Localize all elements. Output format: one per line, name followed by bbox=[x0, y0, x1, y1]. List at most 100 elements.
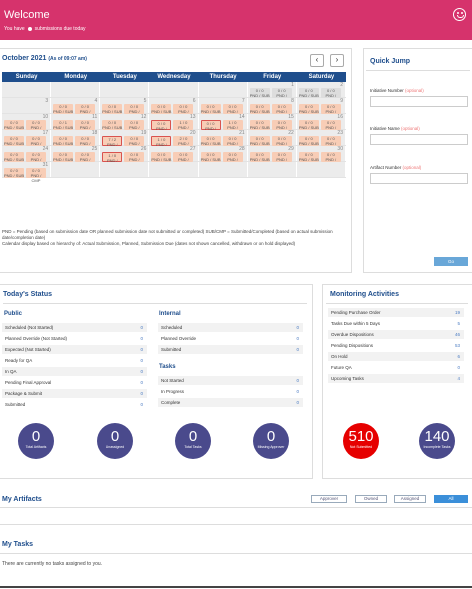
submission-count-badge[interactable]: 0 / 0PND / CMP bbox=[271, 104, 292, 119]
status-row[interactable]: Not Started 0 bbox=[158, 376, 303, 386]
calendar-day-cell[interactable] bbox=[2, 82, 52, 97]
submission-count-badge[interactable]: 0 / 0PND / SUB bbox=[200, 120, 221, 136]
submission-count-badge[interactable]: 1 / 0PND / SUB bbox=[102, 152, 123, 168]
calendar-day-cell[interactable]: 300 / 0PND / SUB0 / 0PND / CMP bbox=[296, 146, 346, 167]
submission-count-badge[interactable]: 0 / 0PND / SUB bbox=[298, 136, 319, 146]
calendar-day-cell[interactable]: 290 / 0PND / SUB0 / 0PND / CMP bbox=[247, 146, 297, 167]
calendar-day-cell[interactable]: 140 / 0PND / SUB1 / 0PND / CMP bbox=[198, 114, 248, 136]
submission-count-badge[interactable]: 0 / 0PND / CMP bbox=[320, 136, 341, 151]
submission-count-badge[interactable]: 0 / 0PND / SUB bbox=[53, 152, 73, 162]
row-value[interactable]: 53 bbox=[455, 341, 460, 351]
calendar-day-cell[interactable] bbox=[149, 82, 199, 97]
status-row[interactable]: Scheduled (Not Started) 0 bbox=[2, 323, 147, 333]
submission-count-badge[interactable]: 0 / 0PND / CMP bbox=[222, 136, 243, 151]
submission-count-badge[interactable]: 0 / 0PND / SUB bbox=[249, 104, 270, 114]
row-value[interactable]: 0 bbox=[140, 356, 143, 366]
submission-count-badge[interactable]: 0 / 0PND / SUB bbox=[4, 152, 24, 162]
calendar-day-cell[interactable]: 120 / 0PND / SUB0 / 0PND / CMP bbox=[100, 114, 150, 135]
submission-count-badge[interactable]: 0 / 0PND / SUB bbox=[298, 104, 319, 114]
submission-count-badge[interactable]: 0 / 0PND / CMP bbox=[75, 152, 96, 167]
calendar-day-cell[interactable]: 3 bbox=[2, 98, 52, 113]
status-row[interactable]: Package & Submit 0 bbox=[2, 389, 147, 399]
submission-count-badge[interactable]: 0 / 0PND / CMP bbox=[75, 120, 96, 135]
summary-circle[interactable]: 0 Unassigned bbox=[97, 423, 133, 459]
calendar-day-cell[interactable] bbox=[100, 82, 150, 97]
status-row[interactable]: In QA 0 bbox=[2, 367, 147, 377]
submission-count-badge[interactable]: 0 / 0PND / CMP bbox=[26, 168, 46, 183]
submission-count-badge[interactable]: 0 / 0PND / CMP bbox=[124, 136, 145, 151]
calendar-day-cell[interactable]: 220 / 0PND / SUB0 / 0PND / CMP bbox=[247, 130, 297, 151]
status-row[interactable]: Submitted 0 bbox=[158, 345, 303, 355]
status-row[interactable]: Pending Purchase Order 19 bbox=[328, 308, 464, 318]
calendar-next-button[interactable]: › bbox=[330, 54, 344, 67]
row-value[interactable]: 0 bbox=[296, 334, 299, 344]
status-row[interactable]: Upcoming Tasks 4 bbox=[328, 374, 464, 384]
row-value[interactable]: 6 bbox=[457, 352, 460, 362]
submission-count-badge[interactable]: 0 / 0PND / SUB bbox=[298, 152, 319, 162]
submission-count-badge[interactable]: 0 / 0PND / CMP bbox=[75, 136, 96, 151]
submission-count-badge[interactable]: 0 / 0PND / SUB bbox=[249, 152, 270, 162]
submission-count-badge[interactable]: 0 / 0PND / CMP bbox=[271, 136, 292, 151]
submission-count-badge[interactable]: 0 / 0PND / SUB bbox=[298, 88, 319, 98]
submission-count-badge[interactable]: 0 / 0PND / CMP bbox=[26, 152, 46, 167]
submission-count-badge[interactable]: 0 / 0PND / SUB bbox=[200, 136, 221, 146]
status-row[interactable]: Overdue Dispositions 46 bbox=[328, 330, 464, 340]
calendar-day-cell[interactable]: 100 / 0PND / SUB0 / 0PND / CMP bbox=[2, 114, 52, 135]
submission-count-badge[interactable]: 0 / 0PND / SUB bbox=[4, 136, 24, 146]
calendar-day-cell[interactable]: 150 / 0PND / SUB0 / 0PND / CMP bbox=[247, 114, 297, 135]
submission-count-badge[interactable]: 0 / 0PND / CMP bbox=[26, 120, 46, 135]
status-row[interactable]: Submitted 0 bbox=[2, 400, 147, 410]
tab-all[interactable]: All bbox=[434, 495, 468, 503]
submission-count-badge[interactable]: 0 / 0PND / CMP bbox=[271, 88, 292, 103]
calendar-day-cell[interactable] bbox=[198, 82, 248, 97]
row-value[interactable]: 5 bbox=[457, 319, 460, 329]
row-value[interactable]: 0 bbox=[140, 400, 143, 410]
row-value[interactable]: 0 bbox=[140, 367, 143, 377]
calendar-day-cell[interactable]: 280 / 0PND / SUB0 / 0PND / CMP bbox=[198, 146, 248, 167]
calendar-day-cell[interactable]: 170 / 0PND / SUB0 / 0PND / CMP bbox=[2, 130, 52, 151]
calendar-day-cell[interactable] bbox=[296, 162, 346, 177]
submission-count-badge[interactable]: 0 / 0PND / CMP bbox=[75, 104, 96, 119]
calendar-day-cell[interactable]: 240 / 0PND / SUB0 / 0PND / CMP bbox=[2, 146, 52, 167]
calendar-day-cell[interactable]: 180 / 0PND / SUB0 / 0PND / CMP bbox=[51, 130, 101, 151]
calendar-day-cell[interactable]: 70 / 0PND / SUB0 / 0PND / CMP bbox=[198, 98, 248, 119]
submission-count-badge[interactable]: 1 / 0PND / SUB bbox=[151, 136, 172, 152]
calendar-day-cell[interactable]: 197 / 2PND / SUB0 / 0PND / CMP bbox=[100, 130, 150, 152]
calendar-day-cell[interactable]: 60 / 0PND / SUB0 / 0PND / CMP bbox=[149, 98, 199, 119]
calendar-day-cell[interactable]: 50 / 0PND / SUB0 / 0PND / CMP bbox=[100, 98, 150, 119]
row-value[interactable]: 0 bbox=[140, 389, 143, 399]
submission-count-badge[interactable]: 2 / 0PND / CMP bbox=[173, 136, 194, 151]
row-value[interactable]: 46 bbox=[455, 330, 460, 340]
status-row[interactable]: Pending Final Approval 0 bbox=[2, 378, 147, 388]
calendar-day-cell[interactable]: 40 / 0PND / SUB0 / 0PND / CMP bbox=[51, 98, 101, 119]
submission-count-badge[interactable]: 0 / 0PND / SUB bbox=[249, 120, 270, 130]
submission-count-badge[interactable]: 7 / 2PND / SUB bbox=[102, 136, 123, 152]
status-row[interactable]: On Hold 6 bbox=[328, 352, 464, 362]
submission-count-badge[interactable]: 0 / 0PND / SUB bbox=[200, 104, 221, 114]
submission-count-badge[interactable]: 0 / 0PND / CMP bbox=[173, 152, 194, 167]
calendar-day-cell[interactable]: 210 / 0PND / SUB0 / 0PND / CMP bbox=[198, 130, 248, 151]
calendar-day-cell[interactable] bbox=[100, 162, 150, 177]
submission-count-badge[interactable]: 0 / 0PND / CMP bbox=[124, 120, 145, 135]
submission-count-badge[interactable]: 0 / 0PND / CMP bbox=[26, 136, 46, 151]
row-value[interactable]: 0 bbox=[140, 345, 143, 355]
calendar-day-cell[interactable]: 250 / 0PND / SUB0 / 0PND / CMP bbox=[51, 146, 101, 167]
submission-count-badge[interactable]: 0 / 0PND / CMP bbox=[222, 104, 243, 119]
smiley-icon[interactable] bbox=[453, 8, 466, 21]
calendar-day-cell[interactable]: 10 / 0PND / SUB0 / 0PND / CMP bbox=[247, 82, 297, 103]
calendar-prev-button[interactable]: ‹ bbox=[310, 54, 324, 67]
submission-count-badge[interactable]: 0 / 0PND / CMP bbox=[124, 152, 145, 167]
row-value[interactable]: 0 bbox=[296, 323, 299, 333]
calendar-day-cell[interactable]: 261 / 0PND / SUB0 / 0PND / CMP bbox=[100, 146, 150, 168]
submission-count-badge[interactable]: 0 / 0PND / SUB bbox=[102, 120, 122, 130]
summary-circle[interactable]: 140 Incomplete Tasks bbox=[419, 423, 455, 459]
row-value[interactable]: 0 bbox=[296, 398, 299, 408]
submission-count-badge[interactable]: 0 / 0PND / CMP bbox=[320, 104, 341, 119]
submission-count-badge[interactable]: 0 / 0PND / SUB bbox=[151, 104, 171, 114]
submission-count-badge[interactable]: 0 / 0PND / SUB bbox=[53, 136, 73, 146]
tab-assigned[interactable]: Assigned bbox=[394, 495, 426, 503]
submission-count-badge[interactable]: 0 / 0PND / CMP bbox=[173, 104, 194, 119]
initiative-name-input[interactable] bbox=[370, 134, 468, 145]
submission-count-badge[interactable]: 0 / 0PND / SUB bbox=[249, 136, 270, 146]
row-value[interactable]: 0 bbox=[457, 363, 460, 373]
